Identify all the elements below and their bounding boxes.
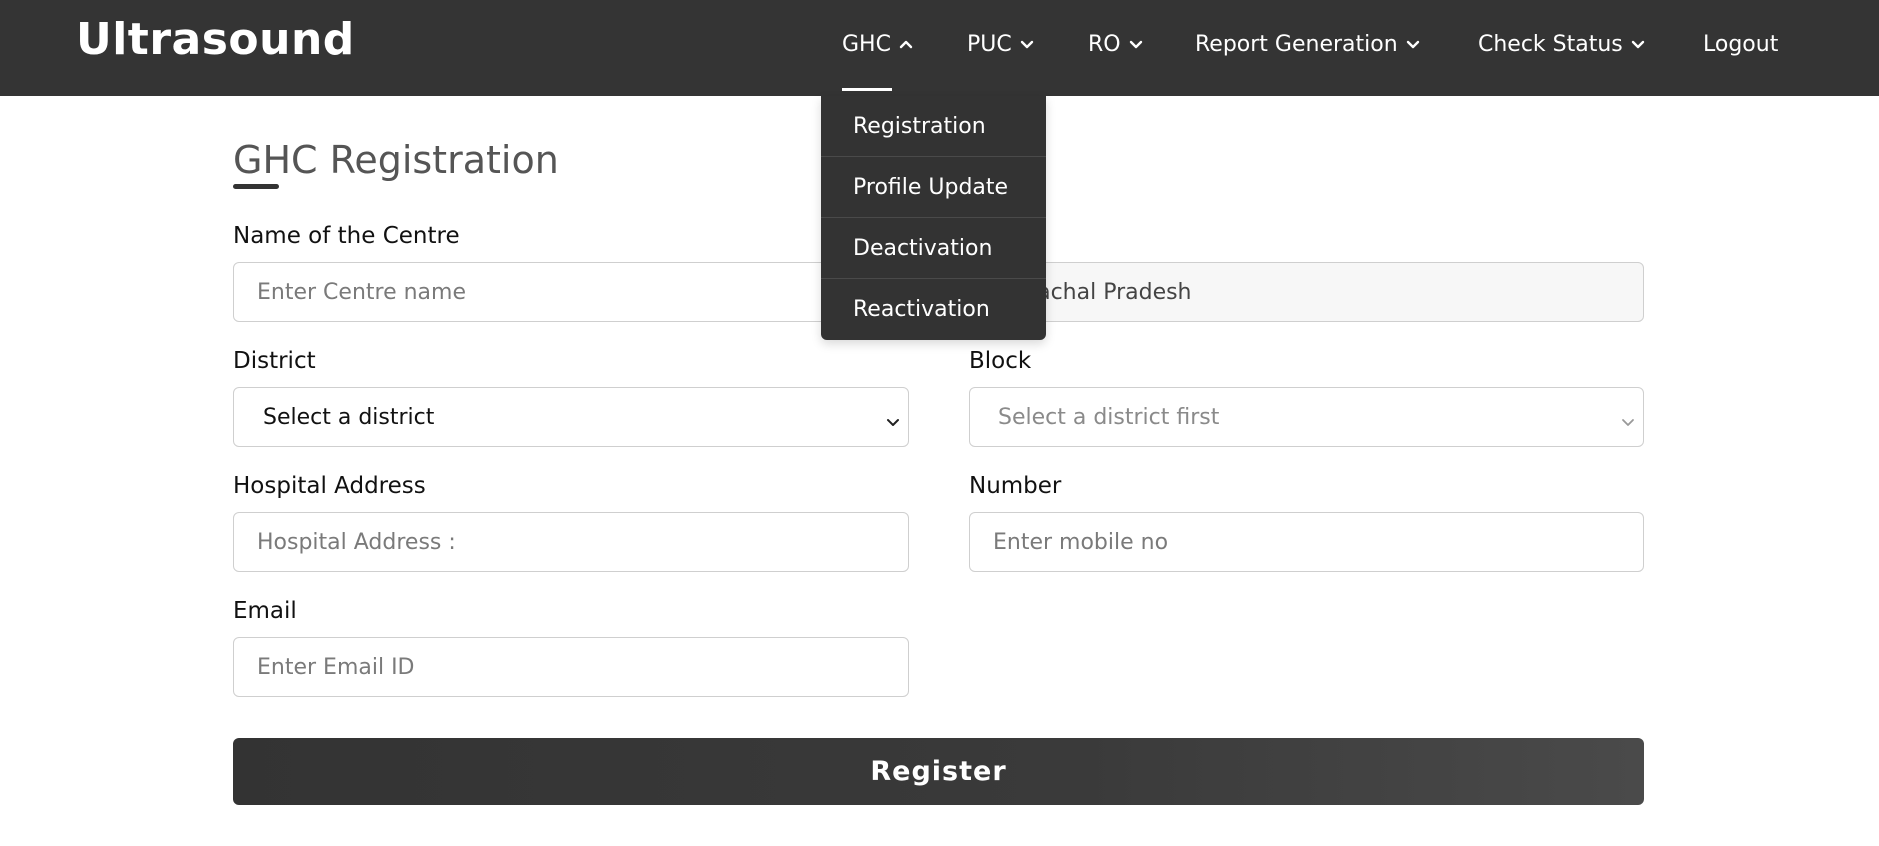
email-input[interactable]	[233, 637, 909, 697]
hospital-address-input[interactable]	[233, 512, 909, 572]
hospital-address-label: Hospital Address	[233, 473, 426, 499]
page-title: GHC Registration	[233, 138, 559, 182]
nav-check-status-label: Check Status	[1478, 31, 1623, 57]
nav-puc[interactable]: PUC	[967, 28, 1034, 60]
chevron-down-icon	[886, 411, 900, 426]
state-input[interactable]	[969, 262, 1644, 322]
nav-ghc[interactable]: GHC	[842, 28, 913, 60]
nav-report-generation[interactable]: Report Generation	[1195, 28, 1420, 60]
nav-ro-label: RO	[1088, 31, 1121, 57]
chevron-down-icon	[1621, 411, 1635, 426]
title-underline	[233, 184, 279, 189]
register-button[interactable]: Register	[233, 738, 1644, 805]
chevron-down-icon	[1020, 37, 1034, 51]
block-selected: Select a district first	[998, 404, 1220, 430]
block-label: Block	[969, 348, 1032, 374]
mobile-number-input[interactable]	[969, 512, 1644, 572]
nav-ro[interactable]: RO	[1088, 28, 1143, 60]
nav-ghc-label: GHC	[842, 31, 891, 57]
dropdown-item-reactivation[interactable]: Reactivation	[821, 279, 1046, 340]
brand-logo[interactable]: Ultrasound	[76, 14, 355, 65]
centre-name-input[interactable]	[233, 262, 909, 322]
nav-check-status[interactable]: Check Status	[1478, 28, 1645, 60]
dropdown-item-registration[interactable]: Registration	[821, 96, 1046, 157]
nav-puc-label: PUC	[967, 31, 1012, 57]
nav-logout[interactable]: Logout	[1703, 28, 1778, 60]
chevron-down-icon	[1129, 37, 1143, 51]
chevron-down-icon	[1406, 37, 1420, 51]
number-label: Number	[969, 473, 1062, 499]
block-select[interactable]: Select a district first	[969, 387, 1644, 447]
dropdown-item-profile-update[interactable]: Profile Update	[821, 157, 1046, 218]
district-select[interactable]: Select a district	[233, 387, 909, 447]
top-navbar: Ultrasound GHC PUC RO Report Generation …	[0, 0, 1879, 96]
nav-report-generation-label: Report Generation	[1195, 31, 1398, 57]
district-label: District	[233, 348, 316, 374]
email-label: Email	[233, 598, 297, 624]
nav-logout-label: Logout	[1703, 31, 1779, 57]
chevron-up-icon	[899, 37, 913, 51]
chevron-down-icon	[1631, 37, 1645, 51]
active-nav-indicator	[842, 88, 892, 91]
ghc-dropdown-menu: Registration Profile Update Deactivation…	[821, 96, 1046, 340]
dropdown-item-deactivation[interactable]: Deactivation	[821, 218, 1046, 279]
district-selected: Select a district	[263, 404, 435, 430]
centre-name-label: Name of the Centre	[233, 223, 460, 249]
